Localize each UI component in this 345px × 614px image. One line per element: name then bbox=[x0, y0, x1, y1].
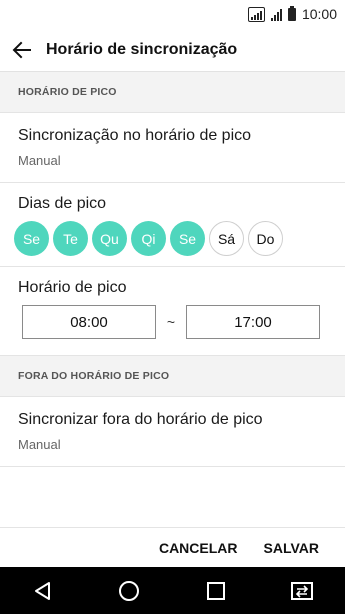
offpeak-sync-title: Sincronizar fora do horário de pico bbox=[18, 411, 263, 428]
end-time-field[interactable]: 17:00 bbox=[186, 305, 320, 339]
app-bar: Horário de sincronização bbox=[0, 28, 345, 72]
day-toggle-friday[interactable]: Se bbox=[170, 221, 205, 256]
peak-days-item: Dias de pico Se Te Qu Qi Se Sá Do bbox=[0, 183, 345, 267]
offpeak-sync-value: Manual bbox=[18, 437, 61, 452]
day-toggle-tuesday[interactable]: Te bbox=[53, 221, 88, 256]
dual-window-icon bbox=[290, 581, 313, 600]
day-selector: Se Te Qu Qi Se Sá Do bbox=[14, 221, 327, 256]
offpeak-sync-item[interactable]: Sincronizar fora do horário de pico Manu… bbox=[0, 397, 345, 467]
section-header-peak: HORÁRIO DE PICO bbox=[0, 72, 345, 113]
day-toggle-monday[interactable]: Se bbox=[14, 221, 49, 256]
home-circle-icon bbox=[119, 580, 140, 601]
cell-signal-icon bbox=[270, 7, 282, 21]
peak-sync-item[interactable]: Sincronização no horário de pico Manual bbox=[0, 113, 345, 183]
nav-home-button[interactable] bbox=[109, 571, 149, 611]
recents-square-icon bbox=[206, 581, 225, 600]
save-button[interactable]: SALVAR bbox=[264, 540, 319, 556]
peak-sync-title: Sincronização no horário de pico bbox=[18, 127, 252, 144]
back-triangle-icon bbox=[35, 581, 51, 600]
peak-time-title: Horário de pico bbox=[18, 279, 127, 296]
peak-days-title: Dias de pico bbox=[18, 195, 107, 212]
section-header-offpeak: FORA DO HORÁRIO DE PICO bbox=[0, 356, 345, 397]
day-toggle-thursday[interactable]: Qi bbox=[131, 221, 166, 256]
peak-sync-value: Manual bbox=[18, 153, 61, 168]
start-time-field[interactable]: 08:00 bbox=[22, 305, 156, 339]
nav-dual-window-button[interactable] bbox=[282, 571, 322, 611]
settings-list: HORÁRIO DE PICO Sincronização no horário… bbox=[0, 72, 345, 527]
day-toggle-sunday[interactable]: Do bbox=[248, 221, 283, 256]
time-range: 08:00 ~ 17:00 bbox=[22, 305, 327, 339]
day-toggle-wednesday[interactable]: Qu bbox=[92, 221, 127, 256]
battery-icon bbox=[287, 5, 296, 21]
status-bar: 10:00 bbox=[0, 0, 345, 28]
dialog-footer: CANCELAR SALVAR bbox=[0, 527, 345, 567]
time-separator: ~ bbox=[166, 314, 176, 330]
peak-time-item: Horário de pico 08:00 ~ 17:00 bbox=[0, 267, 345, 356]
back-button[interactable] bbox=[10, 38, 34, 62]
day-toggle-saturday[interactable]: Sá bbox=[209, 221, 244, 256]
page-title: Horário de sincronização bbox=[46, 40, 238, 58]
nav-recents-button[interactable] bbox=[196, 571, 236, 611]
navigation-bar bbox=[0, 567, 345, 614]
wifi-signal-icon bbox=[247, 6, 265, 22]
nav-back-button[interactable] bbox=[23, 571, 63, 611]
arrow-left-icon bbox=[12, 41, 31, 58]
cancel-button[interactable]: CANCELAR bbox=[159, 540, 238, 556]
status-time: 10:00 bbox=[301, 6, 337, 22]
